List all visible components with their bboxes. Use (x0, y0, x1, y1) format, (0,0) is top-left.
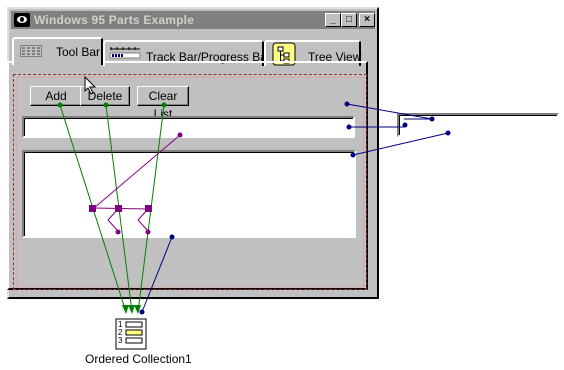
svg-text:3: 3 (118, 336, 123, 345)
tab-label: Tool Bar (56, 45, 101, 59)
collection-label: Ordered Collection1 (85, 352, 192, 366)
ordered-collection-icon[interactable]: 123 (115, 318, 147, 350)
tab-tool-bar[interactable]: Tool Bar (12, 37, 103, 65)
toolbar-icon (20, 45, 42, 57)
